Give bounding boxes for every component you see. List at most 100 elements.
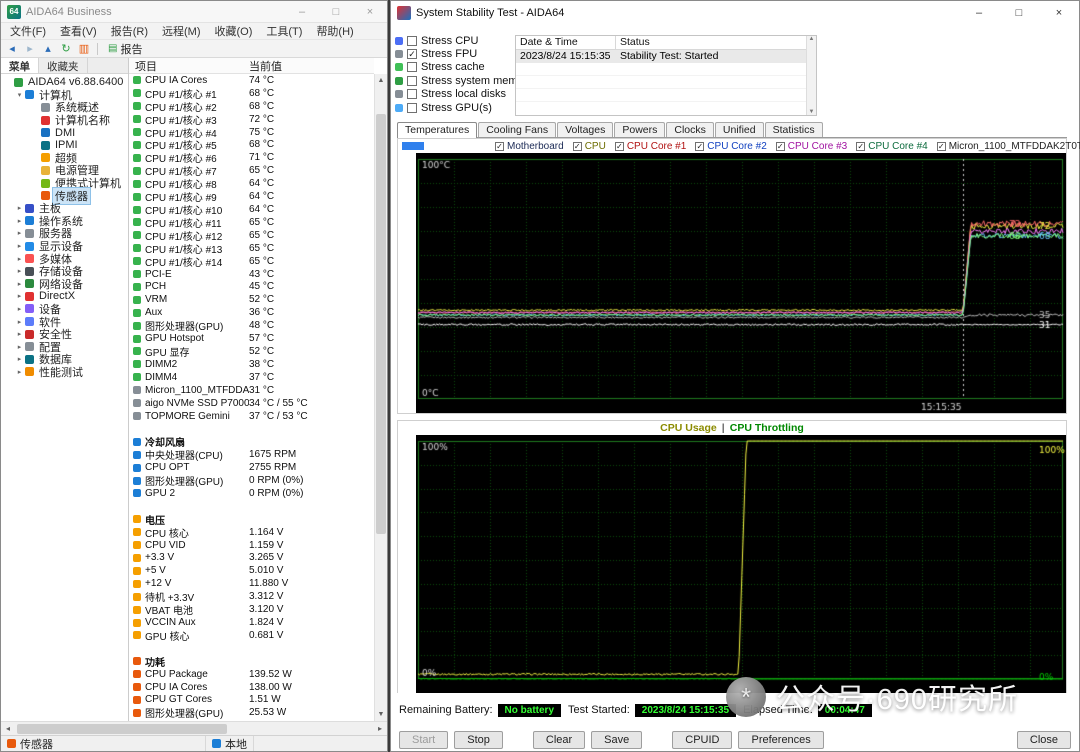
table-scrollbar[interactable]: ▲ ▼ [806, 36, 816, 115]
sensor-row[interactable]: PCH 45 °C [129, 281, 374, 294]
toolbar-icon[interactable]: ▥ [77, 42, 91, 55]
tree-expand-arrow[interactable]: ▸ [15, 267, 24, 275]
tree-item[interactable]: 计算机名称 [1, 114, 128, 127]
stress-checkbox[interactable] [407, 35, 417, 46]
sensor-row[interactable]: TOPMORE Gemini 37 °C / 53 °C [129, 410, 374, 423]
graph-tab[interactable]: Voltages [557, 122, 614, 137]
tree-expand-arrow[interactable]: ▸ [15, 368, 24, 376]
tree-expand-arrow[interactable]: ▸ [15, 330, 24, 338]
tree-item[interactable]: ▸ 设备 [1, 303, 128, 316]
stress-checkbox[interactable]: ✓ [407, 49, 417, 60]
sensor-row[interactable]: 图形处理器(GPU) 0 RPM (0%) [129, 474, 374, 488]
maximize-button[interactable]: □ [319, 1, 353, 22]
sensor-row[interactable]: CPU #1/核心 #14 65 °C [129, 255, 374, 269]
sensor-row[interactable]: 中央处理器(CPU) 1675 RPM [129, 448, 374, 462]
action-button[interactable]: Preferences [738, 730, 824, 749]
tree-item[interactable]: ▸ DirectX [1, 290, 128, 303]
scroll-left-icon[interactable]: ◂ [1, 724, 15, 733]
sensor-row[interactable]: CPU 核心 1.164 V [129, 526, 374, 540]
sensor-row[interactable]: CPU Package 139.52 W [129, 668, 374, 681]
sensor-row[interactable]: 功耗 [129, 655, 374, 669]
tree-expand-arrow[interactable]: ▾ [15, 91, 24, 99]
close-button[interactable]: × [1039, 1, 1079, 25]
menu-item[interactable]: 文件(F) [3, 23, 53, 39]
menu-item[interactable]: 帮助(H) [309, 23, 360, 39]
tree-expand-arrow[interactable]: ▸ [15, 343, 24, 351]
scroll-down-icon[interactable]: ▼ [375, 708, 387, 721]
table-row[interactable]: 2023/8/24 15:15:35 Stability Test: Start… [516, 50, 816, 63]
tab-menu[interactable]: 菜单 [1, 58, 39, 73]
tree-expand-arrow[interactable]: ▸ [15, 242, 24, 250]
sensor-row[interactable]: Micron_1100_MTFDDAK2T0T... 31 °C [129, 384, 374, 397]
tree-expand-arrow[interactable]: ▸ [15, 229, 24, 237]
sensor-row[interactable]: PCI-E 43 °C [129, 268, 374, 281]
scroll-right-icon[interactable]: ▸ [373, 724, 387, 733]
action-button[interactable]: Stop [454, 730, 503, 749]
stress-checkbox[interactable] [407, 102, 417, 113]
stress-checkbox[interactable] [407, 62, 417, 73]
sensor-row[interactable]: GPU 核心 0.681 V [129, 629, 374, 643]
toolbar-icon[interactable]: ▸ [23, 42, 37, 55]
report-button[interactable]: ▤ 报告 [104, 41, 146, 57]
graph-tab[interactable]: Clocks [666, 122, 714, 137]
sensor-row[interactable]: GPU 显存 52 °C [129, 345, 374, 359]
tree-item[interactable]: DMI [1, 126, 128, 139]
minimize-button[interactable]: – [285, 1, 319, 22]
sensor-row[interactable]: GPU 2 0 RPM (0%) [129, 487, 374, 500]
sensor-row[interactable]: CPU IA Cores 138.00 W [129, 681, 374, 694]
tree-item[interactable]: 传感器 [1, 186, 128, 205]
action-button[interactable]: CPUID [672, 730, 733, 749]
maximize-button[interactable]: □ [999, 1, 1039, 25]
tree-item[interactable]: ▸ 安全性 [1, 328, 128, 341]
tree-item[interactable]: ▸ 网络设备 [1, 278, 128, 291]
column-date-time[interactable]: Date & Time [516, 36, 616, 49]
minimize-button[interactable]: – [959, 1, 999, 25]
stress-checkbox[interactable] [407, 75, 417, 86]
scrollbar-thumb[interactable] [376, 114, 386, 534]
graph-tab[interactable]: Statistics [764, 122, 823, 137]
tree-item[interactable]: ▸ 性能测试 [1, 366, 128, 379]
column-value[interactable]: 当前值 [249, 58, 374, 74]
horizontal-scrollbar[interactable]: ◂ ▸ [1, 721, 387, 735]
scrollbar-thumb[interactable] [17, 723, 227, 734]
close-dialog-button[interactable]: Close [1016, 730, 1071, 749]
legend-checkbox[interactable]: ✓ [614, 141, 624, 151]
scroll-up-icon[interactable]: ▲ [809, 36, 815, 42]
graph-tab[interactable]: Cooling Fans [478, 122, 557, 137]
legend-checkbox[interactable]: ✓ [936, 141, 946, 151]
stress-checkbox[interactable] [407, 89, 417, 100]
sensor-row[interactable] [129, 500, 374, 513]
sensor-row[interactable]: aigo NVMe SSD P7000D 2TB 34 °C / 55 °C [129, 397, 374, 410]
action-button[interactable]: Start [399, 730, 449, 749]
tree-expand-arrow[interactable]: ▸ [15, 305, 24, 313]
column-item[interactable]: 项目 [129, 58, 249, 74]
sensor-row[interactable]: 图形处理器(GPU) 48 °C [129, 319, 374, 333]
sensor-row[interactable]: CPU VID 1.159 V [129, 539, 374, 552]
tree-expand-arrow[interactable]: ▸ [15, 280, 24, 288]
scroll-up-icon[interactable]: ▲ [375, 74, 387, 87]
sensor-row[interactable]: VBAT 电池 3.120 V [129, 603, 374, 617]
sensor-row[interactable]: DIMM4 37 °C [129, 371, 374, 384]
titlebar[interactable]: System Stability Test - AIDA64 – □ × [391, 1, 1079, 25]
tab-favorites[interactable]: 收藏夹 [39, 58, 88, 73]
toolbar-icon[interactable]: ▴ [41, 42, 55, 55]
menu-item[interactable]: 查看(V) [53, 23, 104, 39]
legend-checkbox[interactable]: ✓ [572, 141, 582, 151]
menu-item[interactable]: 收藏(O) [208, 23, 260, 39]
action-button[interactable]: Save [591, 730, 643, 749]
graph-tab[interactable]: Unified [714, 122, 764, 137]
tree-expand-arrow[interactable]: ▸ [15, 292, 24, 300]
sensor-row[interactable]: DIMM2 38 °C [129, 358, 374, 371]
legend-checkbox[interactable]: ✓ [775, 141, 785, 151]
toolbar-icon[interactable]: ↻ [59, 42, 73, 55]
vertical-scrollbar[interactable]: ▲ ▼ [374, 74, 387, 721]
column-status[interactable]: Status [616, 36, 816, 49]
menu-item[interactable]: 工具(T) [259, 23, 309, 39]
titlebar[interactable]: 64 AIDA64 Business – □ × [1, 1, 387, 23]
sensor-row[interactable]: +3.3 V 3.265 V [129, 552, 374, 565]
action-button[interactable]: Clear [532, 730, 586, 749]
sensor-row[interactable]: +5 V 5.010 V [129, 564, 374, 577]
menu-item[interactable]: 报告(R) [104, 23, 155, 39]
sensor-row[interactable]: VRM 52 °C [129, 293, 374, 306]
tree-expand-arrow[interactable]: ▸ [15, 217, 24, 225]
